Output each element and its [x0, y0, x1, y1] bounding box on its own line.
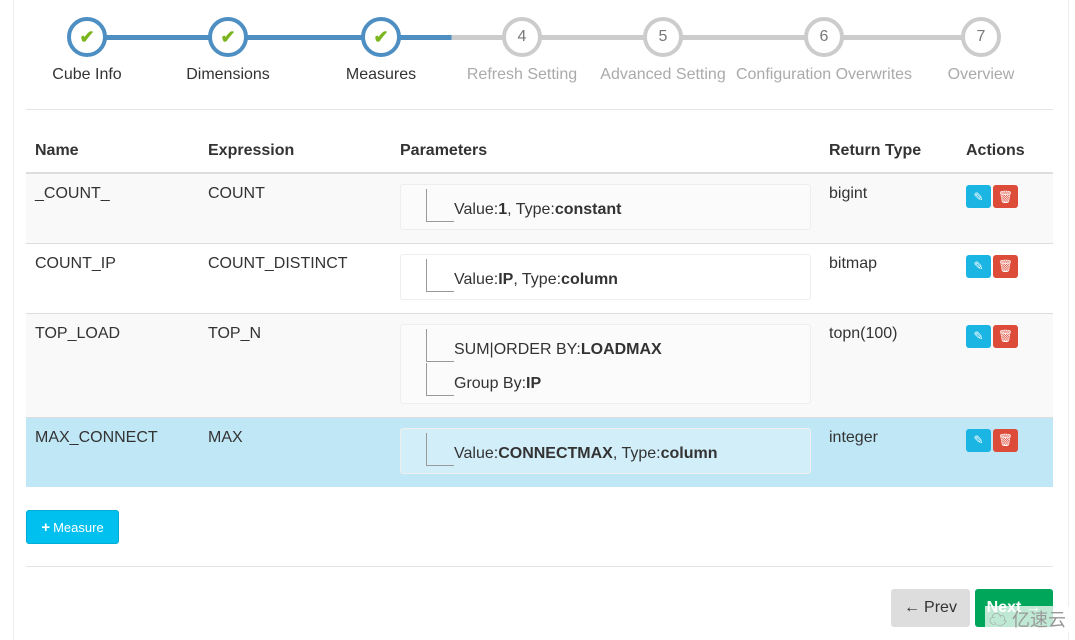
check-icon: ✔ — [220, 26, 236, 47]
step-connector — [87, 35, 228, 40]
delete-button[interactable]: 🗑 — [993, 254, 1018, 278]
return-type: bitmap — [820, 242, 957, 313]
return-type: integer — [820, 416, 957, 487]
step-3[interactable]: ✔ — [361, 17, 401, 57]
edit-button[interactable]: ✎ — [966, 428, 991, 452]
check-icon: ✔ — [373, 26, 389, 47]
pencil-icon: ✎ — [973, 189, 984, 204]
parameters-tree: Value:1, Type:constant — [400, 184, 811, 230]
return-type: bigint — [820, 172, 957, 243]
measure-expression: COUNT_DISTINCT — [199, 242, 391, 313]
step-4[interactable]: 4 — [502, 17, 542, 57]
step-label: Configuration Overwrites — [735, 66, 913, 83]
table-row: COUNT_IP COUNT_DISTINCT Value:IP, Type:col… — [26, 242, 1053, 313]
trash-icon: 🗑 — [997, 259, 1014, 273]
trash-icon: 🗑 — [997, 433, 1014, 447]
step-label: Refresh Setting — [466, 66, 578, 83]
measures-table: Name Expression Parameters Return Type Actio… — [26, 130, 1053, 487]
pencil-icon: ✎ — [973, 433, 984, 447]
step-5[interactable]: 5 — [643, 17, 683, 57]
add-measure-button[interactable]: + Measure — [26, 510, 119, 544]
measure-name: TOP_LOAD — [26, 312, 199, 417]
edit-button[interactable]: ✎ — [966, 254, 991, 278]
step-label: Dimensions — [186, 66, 270, 83]
column-header: Actions — [957, 130, 1053, 174]
measure-name: COUNT_IP — [26, 242, 199, 313]
arrow-left-icon: ← — [904, 599, 921, 616]
parameters-tree: Value:IP, Type:column — [400, 253, 811, 300]
delete-button[interactable]: 🗑 — [993, 428, 1018, 452]
delete-button[interactable]: 🗑 — [993, 185, 1018, 208]
parameter-node: Value:IP, Type:column — [426, 258, 810, 293]
measure-expression: MAX — [199, 416, 391, 487]
step-connector — [522, 35, 663, 40]
check-icon: ✔ — [79, 26, 95, 47]
parameters-tree: Value:CONNECTMAX, Type:column — [400, 427, 811, 474]
table-row: TOP_LOAD TOP_N SUM|ORDER BY:LOADMAX Group B… — [26, 312, 1053, 417]
measure-expression: COUNT — [199, 172, 391, 243]
step-connector — [228, 35, 381, 40]
measure-expression: TOP_N — [199, 312, 391, 417]
step-6[interactable]: 6 — [804, 17, 844, 57]
edit-button[interactable]: ✎ — [966, 324, 991, 348]
step-1[interactable]: ✔ — [67, 17, 107, 57]
column-header: Name — [26, 130, 199, 174]
parameter-node: Value:CONNECTMAX, Type:column — [426, 432, 810, 467]
watermark-logo: ☁ 亿速云 — [985, 606, 1071, 632]
column-header: Return Type — [820, 130, 957, 174]
step-2[interactable]: ✔ — [208, 17, 248, 57]
column-header: Parameters — [391, 130, 820, 174]
step-connector — [663, 35, 824, 40]
return-type: topn(100) — [820, 312, 957, 417]
step-connector — [381, 35, 522, 40]
column-header: Expression — [199, 130, 391, 174]
table-row: MAX_CONNECT MAX Value:CONNECTMAX, Type:col… — [26, 416, 1053, 487]
measure-name: MAX_CONNECT — [26, 416, 199, 487]
step-connector — [824, 35, 981, 40]
measure-name: _COUNT_ — [26, 172, 199, 243]
step-7[interactable]: 7 — [961, 17, 1001, 57]
trash-icon: 🗑 — [997, 189, 1014, 204]
delete-button[interactable]: 🗑 — [993, 324, 1018, 348]
plus-icon: + — [41, 518, 51, 536]
trash-icon: 🗑 — [997, 329, 1014, 343]
wizard-steps: ✔ Cube Info ✔ Dimensions ✔ Measures 4 Refresh S… — [0, 0, 1075, 110]
divider — [26, 566, 1053, 567]
step-label: Advanced Setting — [600, 66, 726, 83]
parameter-node: Value:1, Type:constant — [426, 189, 810, 223]
parameters-tree: SUM|ORDER BY:LOADMAX Group By:IP — [400, 323, 811, 404]
parameter-node: SUM|ORDER BY:LOADMAX — [426, 328, 810, 363]
parameter-node: Group By:IP — [426, 362, 810, 397]
step-label: Measures — [345, 66, 417, 83]
step-label: Overview — [947, 66, 1015, 83]
prev-button[interactable]: ← Prev — [891, 589, 970, 627]
edit-button[interactable]: ✎ — [966, 185, 991, 208]
step-label: Cube Info — [52, 66, 122, 83]
divider — [26, 109, 1053, 110]
pencil-icon: ✎ — [973, 329, 984, 343]
pencil-icon: ✎ — [973, 259, 984, 273]
table-row: _COUNT_ COUNT Value:1, Type:constant bigint… — [26, 172, 1053, 243]
